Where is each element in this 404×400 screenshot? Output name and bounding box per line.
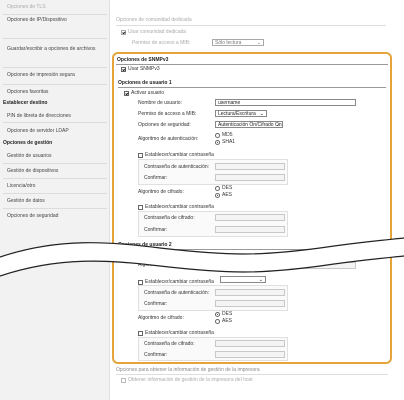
community-mib-label: Permiso de acceso a MIB: [132, 40, 191, 46]
community-header: Opciones de comunidad dedicada [116, 17, 192, 23]
sidebar-item-tls[interactable]: Opciones de TLS [0, 4, 110, 10]
use-community-label: Usar comunidad dedicada [128, 29, 187, 35]
snmpv3-highlight-frame [112, 52, 392, 364]
sidebar-item-ldap[interactable]: Opciones de servidor LDAP [0, 128, 110, 134]
printer-mgmt-checkbox-label: Obtener información de gestión de la imp… [128, 377, 253, 383]
page-break-wave [0, 237, 404, 277]
sidebar-divider [3, 163, 107, 164]
sidebar-divider [3, 178, 107, 179]
sidebar: Opciones de TLS Opciones de IP/Dispositi… [0, 0, 110, 400]
sidebar-item-address-book-pin[interactable]: PIN de libreta de direcciones [0, 113, 110, 119]
sidebar-item-ip-device[interactable]: Opciones de IP/Dispositivo [0, 17, 110, 23]
sidebar-item-user-management[interactable]: Gestión de usuarios [0, 153, 110, 159]
sidebar-divider [3, 122, 107, 123]
use-community-checkbox[interactable] [121, 30, 126, 35]
sidebar-section-destination: Establecer destino [3, 100, 48, 106]
sidebar-item-device-management[interactable]: Gestión de dispositivos [0, 168, 110, 174]
sidebar-item-security[interactable]: Opciones de seguridad [0, 213, 110, 219]
printer-mgmt-checkbox[interactable] [121, 378, 126, 383]
sidebar-item-secure-print[interactable]: Opciones de impresión segura [0, 72, 110, 78]
community-mib-select[interactable]: Sólo lectura ⌄ [212, 39, 264, 46]
sidebar-item-license[interactable]: Licencia/otro [0, 183, 110, 189]
sidebar-divider [3, 193, 107, 194]
sidebar-item-data-management[interactable]: Gestión de datos [0, 198, 110, 204]
sidebar-divider [3, 14, 107, 15]
sidebar-divider [3, 38, 107, 39]
divider [116, 25, 386, 26]
divider [116, 374, 388, 375]
sidebar-divider [3, 67, 107, 68]
sidebar-item-save-file[interactable]: Guardar/escribir a opciones de archivos [0, 46, 104, 52]
sidebar-divider [3, 84, 107, 85]
sidebar-section-management: Opciones de gestión [3, 140, 53, 146]
printer-mgmt-header: Opciones para obtener la información de … [116, 367, 260, 373]
sidebar-item-favorites[interactable]: Opciones favoritas [0, 89, 110, 95]
sidebar-divider [3, 208, 107, 209]
